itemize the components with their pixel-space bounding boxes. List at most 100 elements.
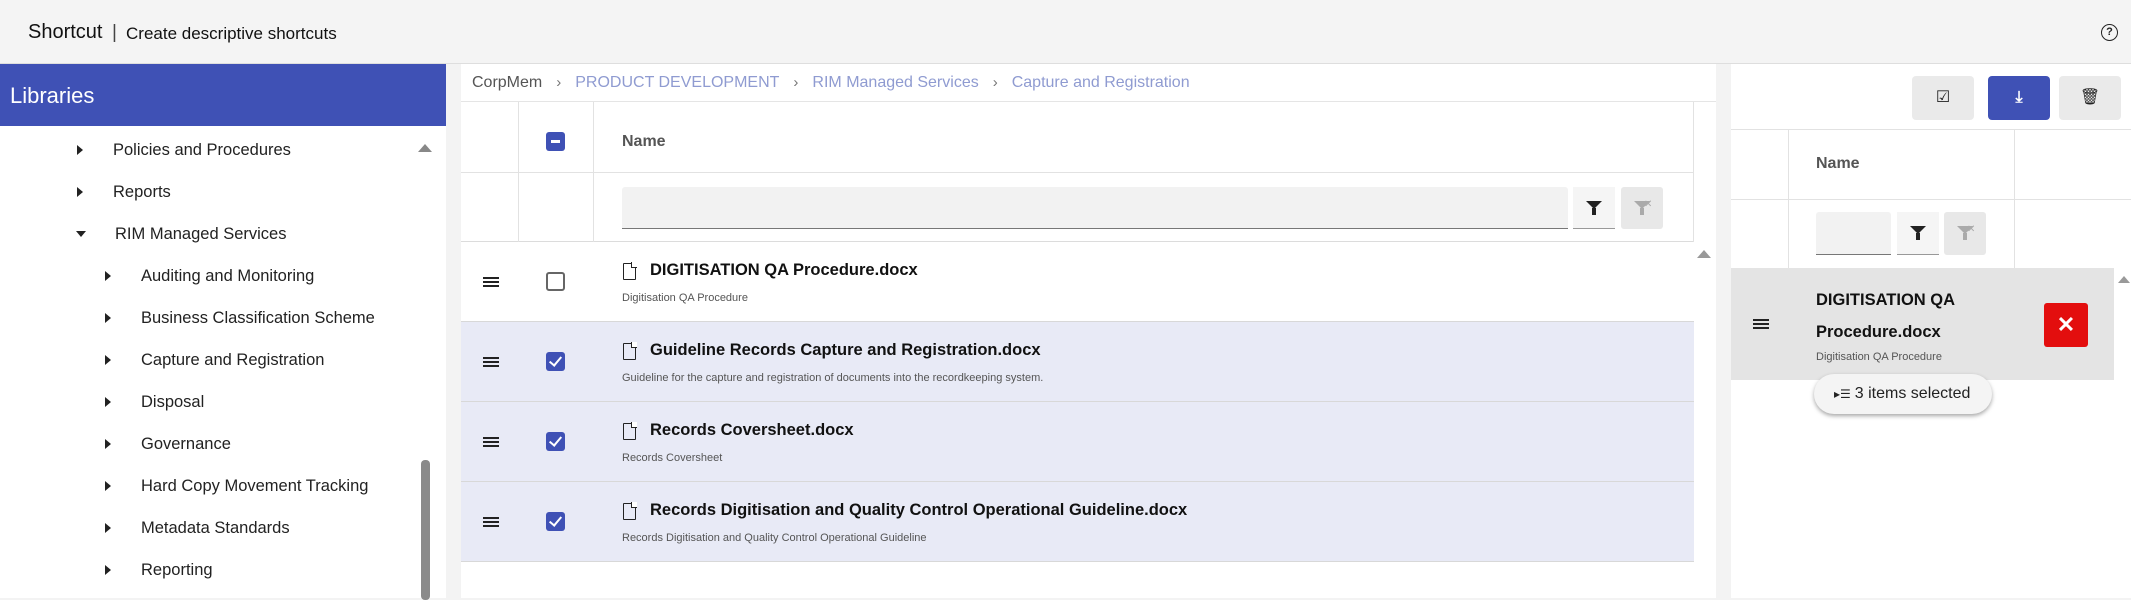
row-checkbox[interactable] <box>546 352 565 371</box>
tree-item-capture-and-registration[interactable]: Capture and Registration <box>105 339 324 381</box>
row-checkbox[interactable] <box>546 272 565 291</box>
clear-filter-button[interactable]: ✕ <box>1944 212 1986 255</box>
shortcut-item[interactable]: DIGITISATION QA Procedure.docx Digitisat… <box>1731 268 2114 380</box>
select-all-button[interactable]: ☑ <box>1912 76 1974 120</box>
name-filter-input[interactable] <box>622 187 1568 229</box>
document-icon <box>623 422 637 440</box>
scroll-up-arrow-icon[interactable] <box>418 144 432 152</box>
app-subtitle: Create descriptive shortcuts <box>126 24 337 43</box>
drag-handle-icon[interactable] <box>1753 319 1769 329</box>
tree-item-label: Capture and Registration <box>141 350 325 369</box>
tree-item-auditing-and-monitoring[interactable]: Auditing and Monitoring <box>105 255 314 297</box>
tree-item-governance[interactable]: Governance <box>105 423 231 465</box>
scrollbar-thumb[interactable] <box>421 460 430 600</box>
scroll-up-arrow-icon[interactable] <box>2118 276 2130 283</box>
drag-handle-icon[interactable] <box>483 517 499 527</box>
clear-mark-icon: ✕ <box>1644 199 1653 210</box>
tree-item-label: RIM Managed Services <box>115 224 287 243</box>
tree-item-rim-managed-services[interactable]: RIM Managed Services <box>76 213 287 255</box>
tree-item-label: Business Classification Scheme <box>141 308 375 327</box>
tree-item-metadata-standards[interactable]: Metadata Standards <box>105 507 290 549</box>
filter-button[interactable] <box>1897 212 1939 255</box>
delete-button[interactable]: 🗑 <box>2059 76 2121 120</box>
shortcut-panel: ☑ ⤓ 🗑 Name ✕ DIGITISATION QA Procedure.d… <box>1731 64 2131 598</box>
shortcut-toolbar: ☑ ⤓ 🗑 <box>1731 64 2131 130</box>
tree-item-hard-copy-movement-tracking[interactable]: Hard Copy Movement Tracking <box>105 465 368 507</box>
selection-count-label: 3 items selected <box>1854 385 1971 402</box>
breadcrumb-item[interactable]: PRODUCT DEVELOPMENT <box>575 74 779 92</box>
drag-handle-icon[interactable] <box>483 277 499 287</box>
row-description: Records Digitisation and Quality Control… <box>622 532 927 544</box>
help-icon[interactable]: ? <box>2101 24 2118 41</box>
row-title: DIGITISATION QA Procedure.docx <box>650 261 918 279</box>
row-title: Records Digitisation and Quality Control… <box>650 501 1188 519</box>
tree-item-label: Reporting <box>141 560 213 579</box>
row-description: Records Coversheet <box>622 452 723 464</box>
list-icon: ▸☰ <box>1834 387 1851 401</box>
clear-filter-button[interactable]: ✕ <box>1621 187 1663 229</box>
tree-item-reporting[interactable]: Reporting <box>105 549 213 591</box>
row-title: Records Coversheet.docx <box>650 421 854 439</box>
filter-button[interactable] <box>1573 187 1615 229</box>
trash-icon: 🗑 <box>2079 89 2101 106</box>
checkbox-icon: ☑ <box>1935 89 1951 106</box>
selection-count-chip[interactable]: ▸☰ 3 items selected <box>1814 374 1992 414</box>
row-divider <box>461 172 1694 173</box>
libraries-panel: Libraries Policies and Procedures Report… <box>0 64 446 600</box>
tree-item-reports[interactable]: Reports <box>77 171 171 213</box>
tree-item-disposal[interactable]: Disposal <box>105 381 204 423</box>
row-checkbox[interactable] <box>546 432 565 451</box>
row-checkbox[interactable] <box>546 512 565 531</box>
caret-right-icon[interactable] <box>105 523 111 533</box>
drag-handle-icon[interactable] <box>483 357 499 367</box>
caret-right-icon[interactable] <box>105 439 111 449</box>
name-filter-input[interactable] <box>1816 212 1891 255</box>
grid-header: Name ✕ <box>461 102 1694 242</box>
library-tree: Policies and Procedures Reports RIM Mana… <box>0 126 420 598</box>
document-icon <box>623 342 637 360</box>
column-header-name[interactable]: Name <box>1816 155 1860 173</box>
breadcrumb-separator: › <box>556 74 562 91</box>
tree-item-label: Policies and Procedures <box>113 140 291 159</box>
tree-item-label: Metadata Standards <box>141 518 290 537</box>
tree-item-policies-and-procedures[interactable]: Policies and Procedures <box>77 129 291 171</box>
table-row[interactable]: Records Coversheet.docx Records Covershe… <box>461 402 1694 482</box>
caret-right-icon[interactable] <box>77 187 83 197</box>
breadcrumb: CorpMem › PRODUCT DEVELOPMENT › RIM Mana… <box>461 64 1716 102</box>
breadcrumb-item[interactable]: RIM Managed Services <box>812 74 978 92</box>
caret-right-icon[interactable] <box>105 271 111 281</box>
table-row[interactable]: Guideline Records Capture and Registrati… <box>461 322 1694 402</box>
title-separator: | <box>112 22 117 43</box>
shortcut-item-title: DIGITISATION QA Procedure.docx <box>1816 291 1955 341</box>
download-button[interactable]: ⤓ <box>1988 76 2050 120</box>
filter-icon <box>1586 201 1602 215</box>
caret-right-icon[interactable] <box>105 313 111 323</box>
document-icon <box>623 502 637 520</box>
select-all-checkbox[interactable] <box>546 132 565 151</box>
tree-item-label: Disposal <box>141 392 205 411</box>
tree-item-label: Hard Copy Movement Tracking <box>141 476 369 495</box>
caret-right-icon[interactable] <box>105 397 111 407</box>
breadcrumb-root[interactable]: CorpMem <box>472 74 542 92</box>
breadcrumb-item[interactable]: Capture and Registration <box>1012 74 1190 92</box>
scroll-up-arrow-icon[interactable] <box>1697 250 1711 258</box>
breadcrumb-separator: › <box>992 74 998 91</box>
filter-icon <box>1910 226 1926 240</box>
download-icon: ⤓ <box>2015 89 2023 106</box>
tree-item-business-classification-scheme[interactable]: Business Classification Scheme <box>105 297 375 339</box>
caret-right-icon[interactable] <box>77 145 83 155</box>
remove-shortcut-button[interactable]: ✕ <box>2044 303 2088 347</box>
document-grid-panel: CorpMem › PRODUCT DEVELOPMENT › RIM Mana… <box>461 64 1716 598</box>
table-row[interactable]: DIGITISATION QA Procedure.docx Digitisat… <box>461 242 1694 322</box>
caret-right-icon[interactable] <box>105 565 111 575</box>
libraries-header: Libraries <box>0 64 446 126</box>
column-header-name[interactable]: Name <box>622 133 666 151</box>
row-title: Guideline Records Capture and Registrati… <box>650 341 1041 359</box>
breadcrumb-separator: › <box>793 74 799 91</box>
caret-right-icon[interactable] <box>105 481 111 491</box>
tree-item-label: Auditing and Monitoring <box>141 266 315 285</box>
caret-right-icon[interactable] <box>105 355 111 365</box>
caret-down-icon[interactable] <box>76 231 86 237</box>
drag-handle-icon[interactable] <box>483 437 499 447</box>
table-row[interactable]: Records Digitisation and Quality Control… <box>461 482 1694 562</box>
